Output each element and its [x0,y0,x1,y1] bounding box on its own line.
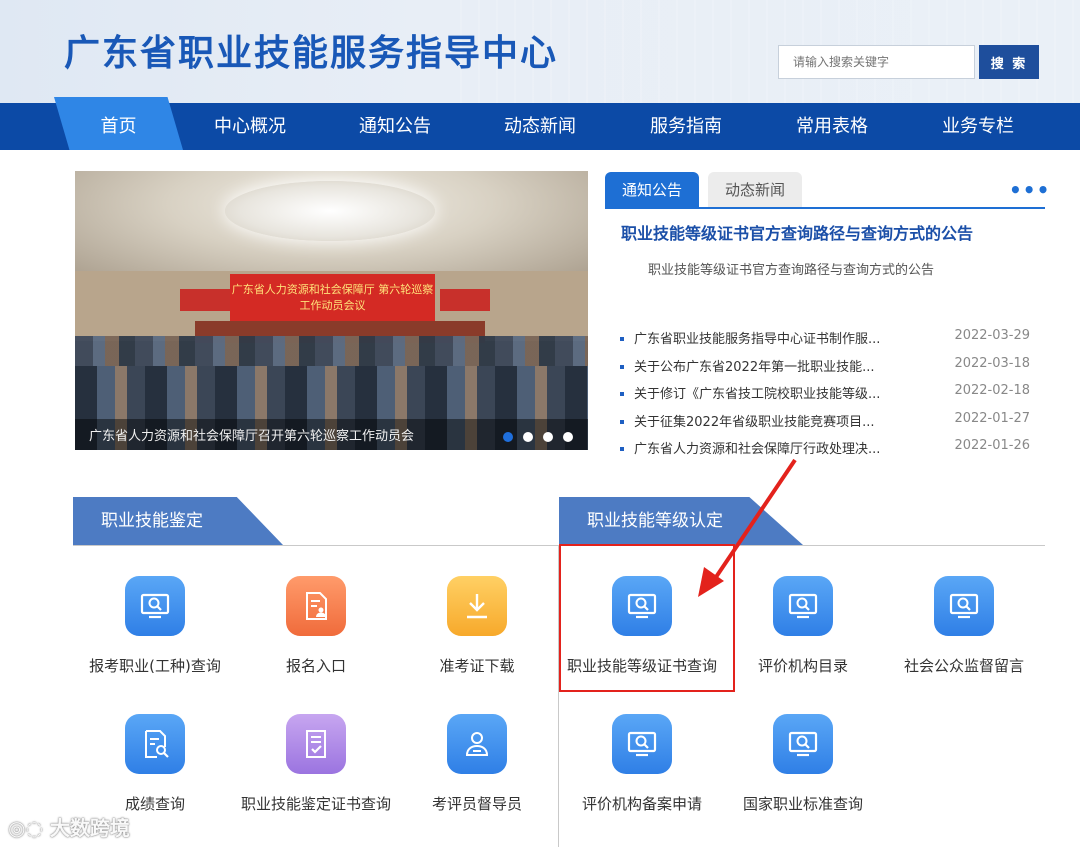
news-carousel[interactable]: 广东省人力资源和社会保障厅 第六轮巡察工作动员会议 广东省人力资源和社会保障厅召… [75,171,588,450]
carousel-dots [503,427,583,446]
nav-item-home[interactable]: 首页 [54,103,183,150]
nav-item-notices[interactable]: 通知公告 [340,103,450,150]
monitor-search-icon[interactable] [934,576,994,636]
news-list: 广东省职业技能服务指导中心证书制作服... 2022-03-29 关于公布广东省… [618,328,1030,466]
tile-label[interactable]: 国家职业标准查询 [718,793,888,814]
monitor-search-icon[interactable] [773,714,833,774]
bullet-icon [620,447,624,451]
news-title[interactable]: 关于征集2022年省级职业技能竞赛项目... [634,411,874,430]
tile-registration[interactable]: 报名入口 [231,576,401,681]
photo-side-banner [180,289,230,311]
news-date: 2022-02-18 [954,383,1030,398]
tile-national-standard-query[interactable]: 国家职业标准查询 [718,714,888,819]
nav-item-business[interactable]: 业务专栏 [923,103,1033,150]
search-button[interactable]: 搜 索 [979,45,1039,79]
search-input[interactable] [778,45,975,79]
more-dots-icon[interactable]: ••• [1009,180,1050,200]
tab-notices[interactable]: 通知公告 [605,172,699,208]
list-item[interactable]: 关于公布广东省2022年第一批职业技能... 2022-03-18 [618,356,1030,384]
watermark-logo: ◎◌ 大数跨境 [8,812,130,841]
document-search-icon[interactable] [125,714,185,774]
tile-label[interactable]: 职业技能鉴定证书查询 [231,793,401,814]
monitor-search-icon[interactable] [125,576,185,636]
nav-item-service-guide[interactable]: 服务指南 [631,103,741,150]
carousel-dot[interactable] [523,432,533,442]
list-item[interactable]: 广东省职业技能服务指导中心证书制作服... 2022-03-29 [618,328,1030,356]
news-date: 2022-01-27 [954,410,1030,426]
site-title[interactable]: 广东省职业技能服务指导中心 [64,24,558,76]
section-divider [73,545,559,546]
tile-admission-download[interactable]: 准考证下载 [392,576,562,681]
nav-item-news[interactable]: 动态新闻 [485,103,595,150]
news-date: 2022-03-29 [954,328,1030,343]
bullet-icon [620,392,624,396]
document-check-icon[interactable] [286,714,346,774]
download-icon[interactable] [447,576,507,636]
bullet-icon [620,364,624,369]
tile-label[interactable]: 成绩查询 [70,793,240,814]
section-title-skill-appraisal: 职业技能鉴定 [73,497,283,545]
tile-label[interactable]: 评价机构备案申请 [557,793,727,814]
news-title[interactable]: 关于修订《广东省技工院校职业技能等级... [634,383,880,402]
nav-item-forms[interactable]: 常用表格 [777,103,887,150]
tile-score-query[interactable]: 成绩查询 [70,714,240,819]
tile-label[interactable]: 考评员督导员 [392,793,562,814]
list-item[interactable]: 关于修订《广东省技工院校职业技能等级... 2022-02-18 [618,383,1030,411]
list-item[interactable]: 广东省人力资源和社会保障厅行政处理决... 2022-01-26 [618,438,1030,466]
tile-label[interactable]: 报名入口 [231,655,401,676]
photo-stage-banner: 广东省人力资源和社会保障厅 第六轮巡察工作动员会议 [230,274,435,322]
tile-label[interactable]: 评价机构目录 [718,655,888,676]
watermark-glyph-icon: ◎◌ [8,816,43,840]
red-arrow-icon [698,458,797,597]
tab-underline [605,207,1045,209]
carousel-dot[interactable] [503,432,513,442]
carousel-caption[interactable]: 广东省人力资源和社会保障厅召开第六轮巡察工作动员会 [89,425,414,444]
tile-label[interactable]: 准考证下载 [392,655,562,676]
tab-news[interactable]: 动态新闻 [708,172,802,208]
tile-label[interactable]: 报考职业(工种)查询 [70,655,240,676]
tile-examiner-supervisor[interactable]: 考评员督导员 [392,714,562,819]
tile-label[interactable]: 社会公众监督留言 [879,655,1049,676]
headline-summary: 职业技能等级证书官方查询路径与查询方式的公告 [648,263,935,278]
carousel-dot[interactable] [543,432,553,442]
bullet-icon [620,337,624,341]
tile-appraisal-certificate-query[interactable]: 职业技能鉴定证书查询 [231,714,401,819]
carousel-dot[interactable] [563,432,573,442]
document-person-icon[interactable] [286,576,346,636]
news-date: 2022-01-26 [954,438,1030,453]
tile-occupation-query[interactable]: 报考职业(工种)查询 [70,576,240,681]
news-date: 2022-03-18 [954,355,1030,371]
headline-link[interactable]: 职业技能等级证书官方查询路径与查询方式的公告 [621,220,973,244]
list-item[interactable]: 关于征集2022年省级职业技能竞赛项目... 2022-01-27 [618,411,1030,439]
user-card-icon[interactable] [447,714,507,774]
bullet-icon [620,419,624,424]
news-title[interactable]: 广东省职业技能服务指导中心证书制作服... [634,328,880,347]
news-title[interactable]: 关于公布广东省2022年第一批职业技能... [634,356,874,375]
watermark-text: 大数跨境 [49,816,130,840]
tile-agency-filing[interactable]: 评价机构备案申请 [557,714,727,819]
tile-public-supervision[interactable]: 社会公众监督留言 [879,576,1049,681]
photo-chandelier [225,181,435,241]
nav-item-center-overview[interactable]: 中心概况 [195,103,305,150]
photo-side-banner [440,289,490,311]
monitor-search-icon[interactable] [612,714,672,774]
